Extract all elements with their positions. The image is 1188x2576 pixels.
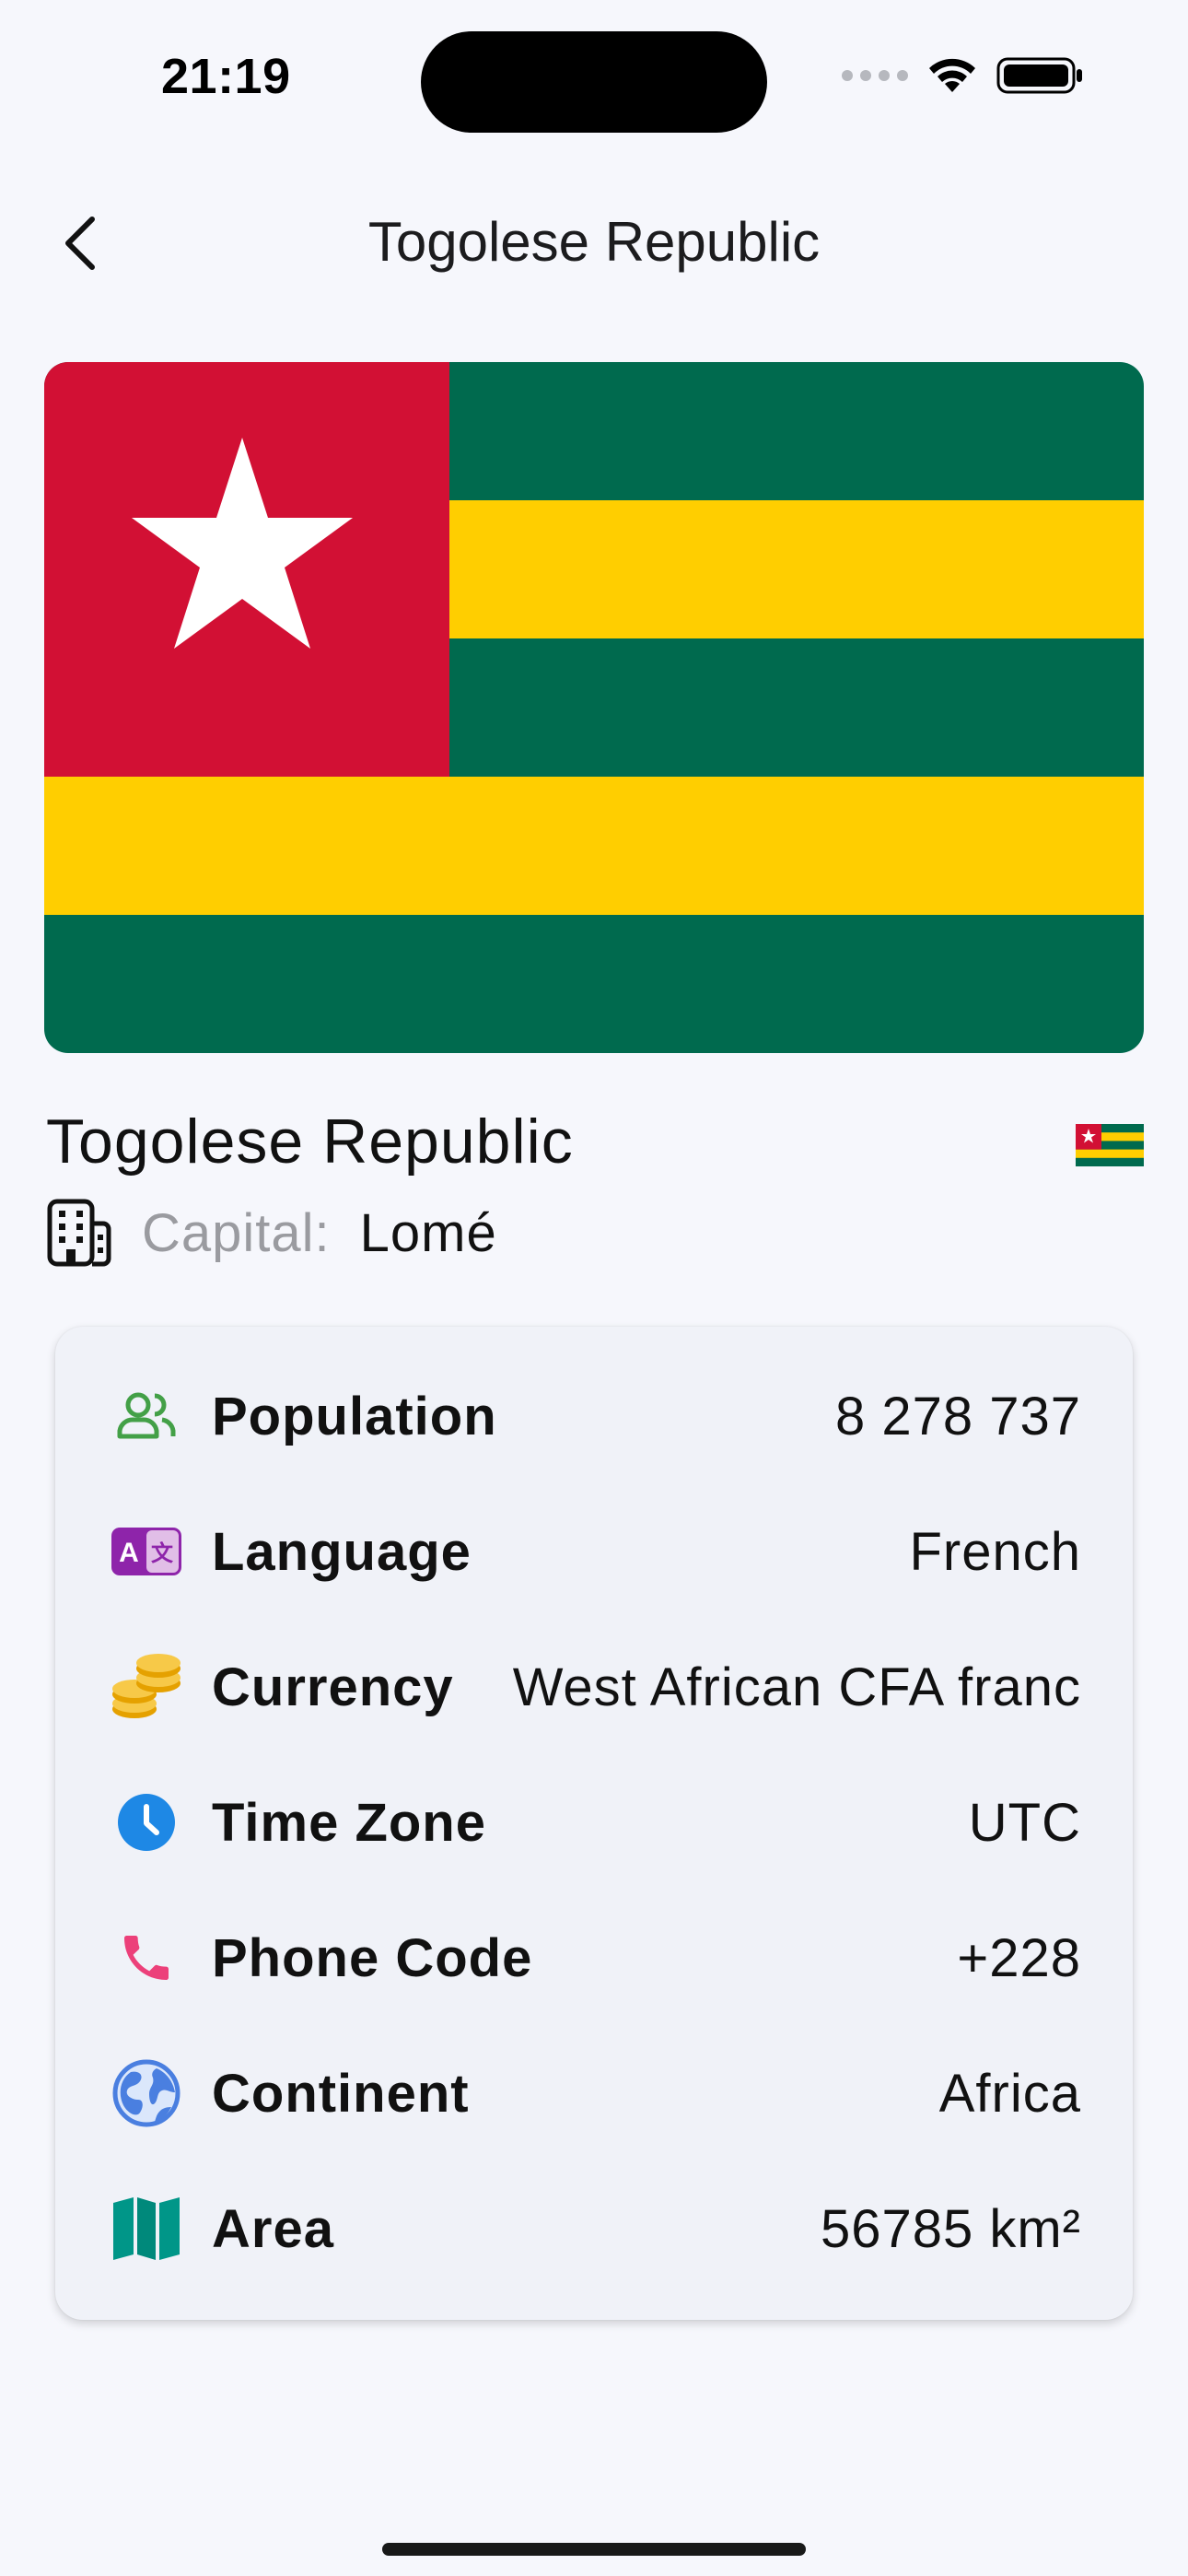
translate-icon: A 文 <box>111 1516 182 1587</box>
map-icon <box>111 2193 182 2265</box>
status-bar: 21:19 <box>0 0 1188 147</box>
people-icon <box>111 1380 182 1452</box>
coins-icon <box>111 1651 182 1723</box>
info-row-language: A 文 Language French <box>111 1505 1081 1598</box>
status-time: 21:19 <box>161 49 291 104</box>
language-label: Language <box>212 1521 472 1582</box>
svg-text:文: 文 <box>151 1540 174 1566</box>
capital-value: Lomé <box>359 1202 497 1263</box>
info-row-area: Area 56785 km² <box>111 2183 1081 2275</box>
phone-code-label: Phone Code <box>212 1927 533 1988</box>
home-indicator[interactable] <box>382 2543 806 2556</box>
status-icons <box>842 55 1085 96</box>
nav-title: Togolese Republic <box>367 211 821 273</box>
flag-emoji-icon <box>1076 1124 1144 1166</box>
phone-code-value: +228 <box>957 1927 1081 1988</box>
currency-value: West African CFA franc <box>512 1657 1081 1717</box>
svg-text:A: A <box>119 1538 139 1568</box>
info-row-population: Population 8 278 737 <box>111 1370 1081 1462</box>
area-label: Area <box>212 2198 334 2259</box>
info-row-continent: Continent Africa <box>111 2047 1081 2139</box>
country-info-card: Population 8 278 737 A 文 Language French <box>55 1327 1133 2320</box>
area-value: 56785 km² <box>820 2198 1081 2259</box>
continent-value: Africa <box>938 2063 1081 2124</box>
language-value: French <box>909 1521 1081 1582</box>
globe-icon <box>111 2057 182 2129</box>
country-name: Togolese Republic <box>46 1107 574 1177</box>
cellular-signal-icon <box>842 70 908 81</box>
country-flag-image <box>44 362 1144 1053</box>
population-value: 8 278 737 <box>834 1386 1081 1446</box>
wifi-icon <box>929 58 975 92</box>
currency-label: Currency <box>212 1657 454 1717</box>
capital-row: Capital: Lomé <box>44 1198 497 1268</box>
battery-icon <box>996 57 1082 94</box>
time-zone-value: UTC <box>968 1792 1081 1853</box>
capital-label: Capital: <box>142 1202 331 1263</box>
dynamic-island <box>421 31 767 133</box>
phone-icon <box>111 1922 182 1994</box>
info-row-phone-code: Phone Code +228 <box>111 1912 1081 2004</box>
info-row-time-zone: Time Zone UTC <box>111 1776 1081 1868</box>
population-label: Population <box>212 1386 497 1446</box>
clock-icon <box>111 1786 182 1858</box>
building-icon <box>47 1199 111 1267</box>
navigation-bar: Togolese Republic <box>0 184 1188 295</box>
info-row-currency: Currency West African CFA franc <box>111 1641 1081 1733</box>
continent-label: Continent <box>212 2063 470 2124</box>
time-zone-label: Time Zone <box>212 1792 486 1853</box>
